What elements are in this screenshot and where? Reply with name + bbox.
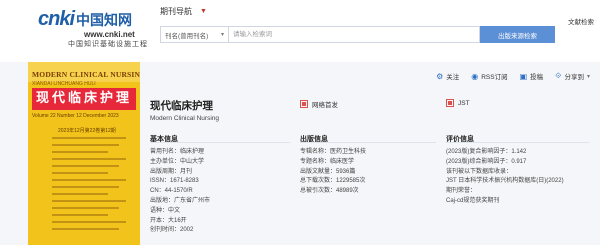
info-row: CN：44-1570/R bbox=[150, 188, 193, 195]
info-row: 出版周期：月刊 bbox=[150, 168, 193, 175]
share-label: 分享到 bbox=[564, 74, 584, 81]
search-field-select[interactable]: 刊名(曾用刊名) ▾ bbox=[160, 26, 228, 43]
chevron-down-icon: ▾ bbox=[586, 73, 590, 80]
info-row: 曾用刊名：临床护理 bbox=[150, 149, 205, 155]
literature-search-link[interactable]: 文献检索 bbox=[568, 18, 594, 27]
logo-mark-cn: 中国知网 bbox=[76, 12, 133, 28]
cover-en-title: MODERN CLINICAL NURSING bbox=[32, 70, 140, 79]
site-header: cnki 中国知网 www.cnki.net 中国知识基础设施工程 期刊导航 ▼ … bbox=[0, 0, 600, 62]
info-row: 主办单位：中山大学 bbox=[150, 158, 205, 165]
logo-url: www.cnki.net bbox=[84, 30, 135, 39]
journal-toolbar: ⚙ 关注 ◉ RSS订阅 ▣ 投稿 ⟐ 分享到 ▾ bbox=[150, 62, 600, 90]
submit-icon: ▣ bbox=[519, 71, 528, 81]
cover-cn-title: 现代临床护理 bbox=[32, 88, 136, 110]
journal-title: 现代临床护理 bbox=[150, 100, 213, 112]
honor-link[interactable]: Caj-cd规范获奖期刊 bbox=[446, 197, 564, 207]
rss-label: RSS订阅 bbox=[481, 74, 508, 81]
info-row: 开本：大16开 bbox=[150, 217, 187, 224]
journal-title-en: Modern Clinical Nursing bbox=[150, 115, 219, 122]
search-field-value: 刊名(曾用刊名) bbox=[165, 32, 209, 40]
info-row: 语种：中文 bbox=[150, 207, 181, 214]
info-row: (2023版)综合影响因子：0.917 bbox=[446, 158, 527, 165]
network-first-icon bbox=[300, 100, 308, 108]
gear-icon: ⚙ bbox=[436, 71, 444, 81]
eval-divider bbox=[446, 142, 590, 143]
network-first-badge: 网络首发 bbox=[300, 99, 338, 109]
search-input[interactable] bbox=[228, 26, 480, 43]
submit-label: 投稿 bbox=[530, 74, 544, 81]
follow-label: 关注 bbox=[446, 74, 460, 81]
info-row: 期刊荣誉： bbox=[446, 188, 477, 195]
info-row: 该刊被以下数据库收录： bbox=[446, 168, 513, 175]
info-row: 出版文献量：5936篇 bbox=[300, 168, 356, 175]
search-bar: 刊名(曾用刊名) ▾ 出版来源检索 bbox=[160, 26, 555, 43]
eval-info-list: (2023版)复合影响因子：1.142 (2023版)综合影响因子：0.917 … bbox=[446, 148, 564, 207]
network-first-label: 网络首发 bbox=[312, 102, 338, 109]
jst-label: JST bbox=[458, 99, 470, 107]
info-row: 专辑名称：医药卫生科技 bbox=[300, 149, 367, 155]
publish-info-list: 专辑名称：医药卫生科技 专题名称：临床医学 出版文献量：5936篇 总下载次数：… bbox=[300, 148, 366, 197]
jst-badge: JST bbox=[446, 99, 470, 107]
info-row: 创刊时间：2002 bbox=[150, 227, 194, 234]
share-button[interactable]: ⟐ 分享到 ▾ bbox=[555, 71, 590, 81]
cnki-logo[interactable]: cnki 中国知网 www.cnki.net 中国知识基础设施工程 bbox=[38, 6, 147, 48]
info-row: (2023版)复合影响因子：1.142 bbox=[446, 149, 527, 155]
cover-issue-cn: 2023年12月第22卷第12期 bbox=[58, 128, 116, 134]
cover-issue-en: Volume 22 Number 12 December 2023 bbox=[32, 113, 119, 119]
search-button[interactable]: 出版来源检索 bbox=[480, 26, 555, 43]
caret-down-icon: ▼ bbox=[200, 8, 207, 15]
submit-button[interactable]: ▣ 投稿 bbox=[519, 71, 544, 82]
info-row: 专题名称：临床医学 bbox=[300, 158, 355, 165]
rss-icon: ◉ bbox=[471, 71, 479, 81]
follow-button[interactable]: ⚙ 关注 bbox=[436, 71, 460, 82]
info-row: 总下载次数：1229585次 bbox=[300, 178, 366, 185]
chevron-down-icon: ▾ bbox=[220, 32, 224, 38]
info-row: ISSN：1671-8283 bbox=[150, 178, 199, 185]
journal-detail: MODERN CLINICAL NURSING XIANDAI LINCHUAN… bbox=[0, 62, 600, 245]
share-icon: ⟐ bbox=[555, 71, 562, 80]
cover-contents bbox=[52, 137, 132, 237]
info-row: 出版地：广东省广州市 bbox=[150, 197, 211, 204]
rss-button[interactable]: ◉ RSS订阅 bbox=[471, 71, 508, 82]
info-row: JST 日本科学技术振兴机构数据库(日)(2022) bbox=[446, 178, 564, 185]
journal-nav-menu[interactable]: 期刊导航 ▼ bbox=[160, 6, 207, 17]
jst-icon bbox=[446, 99, 454, 107]
logo-mark-text: cnki bbox=[38, 8, 75, 30]
journal-nav-label: 期刊导航 bbox=[160, 7, 192, 16]
logo-subtitle: 中国知识基础设施工程 bbox=[68, 40, 148, 48]
logo-mark: cnki 中国知网 bbox=[38, 8, 132, 31]
journal-cover-image: MODERN CLINICAL NURSING XIANDAI LINCHUAN… bbox=[28, 62, 140, 245]
cover-pinyin: XIANDAI LINCHUANG HULI bbox=[32, 81, 96, 87]
publish-divider bbox=[300, 142, 436, 143]
info-row: 总被引次数：48989次 bbox=[300, 188, 359, 195]
basic-divider bbox=[150, 142, 290, 143]
basic-info-list: 曾用刊名：临床护理 主办单位：中山大学 出版周期：月刊 ISSN：1671-82… bbox=[150, 148, 210, 236]
